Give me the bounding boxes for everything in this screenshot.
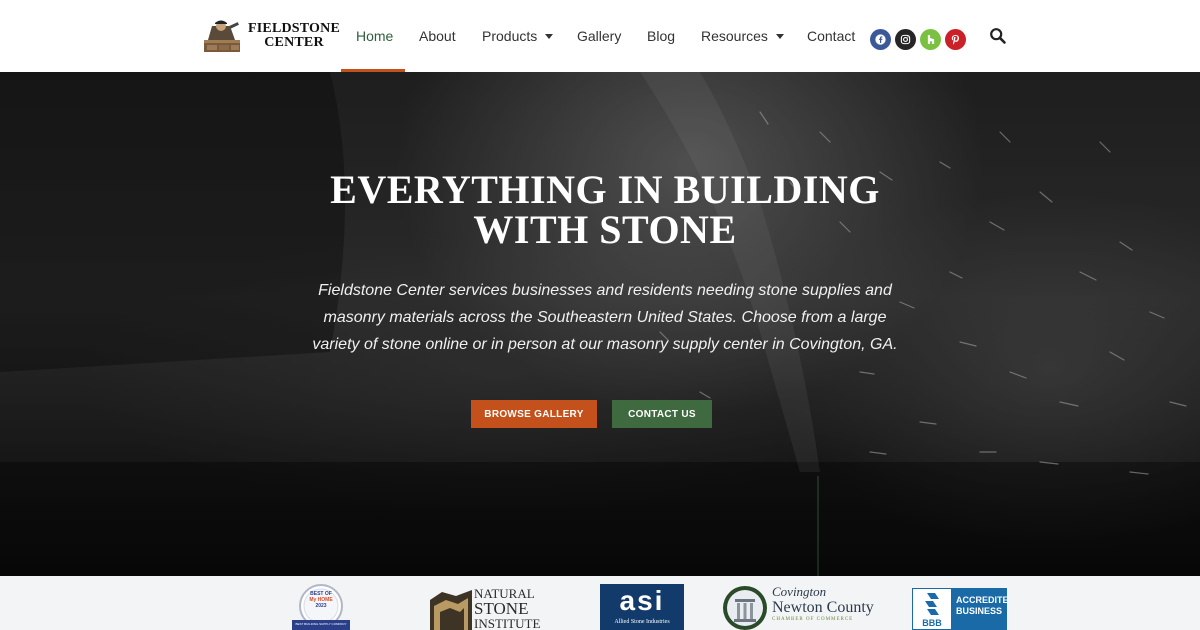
nav-home[interactable]: Home bbox=[356, 0, 393, 72]
nsi-line3: INSTITUTE bbox=[474, 616, 541, 630]
nav-resources-label: Resources bbox=[701, 28, 768, 44]
brand-name: FIELDSTONE CENTER bbox=[248, 22, 340, 50]
bbb-accredited-logo[interactable]: BBB ACCREDITED BUSINESS bbox=[912, 584, 1007, 630]
site-header: FIELDSTONE CENTER Home About Products Ga… bbox=[0, 0, 1200, 72]
nav-products[interactable]: Products bbox=[482, 0, 554, 72]
hero-section: EVERYTHING IN BUILDING WITH STONE Fields… bbox=[0, 72, 1200, 576]
best-of-year: 2023 bbox=[315, 603, 327, 609]
contact-us-button[interactable]: CONTACT US bbox=[612, 400, 712, 428]
chevron-down-icon bbox=[775, 33, 784, 39]
nav-home-label: Home bbox=[356, 28, 394, 44]
best-of-my-home-badge[interactable]: BEST OF My HOME 2023 BEST BUILDING SUPPL… bbox=[291, 584, 351, 630]
newton-script: Covington bbox=[772, 584, 827, 599]
chevron-down-icon bbox=[545, 33, 554, 39]
natural-stone-institute-logo[interactable]: NATURAL STONE INSTITUTE bbox=[428, 584, 540, 630]
best-of-caption: BEST BUILDING SUPPLY COMPANY bbox=[295, 622, 347, 626]
facebook-icon[interactable] bbox=[870, 29, 891, 50]
allied-stone-industries-logo[interactable]: asi Allied Stone Industries bbox=[600, 584, 684, 630]
bbb-torch-icon: BBB bbox=[912, 588, 952, 630]
asi-caption: Allied Stone Industries bbox=[614, 619, 670, 625]
mason-logo-icon bbox=[202, 18, 242, 54]
asi-mark: asi bbox=[619, 585, 665, 616]
site-logo[interactable]: FIELDSTONE CENTER bbox=[202, 16, 340, 56]
nav-about-label: About bbox=[419, 28, 456, 44]
nsi-line2: STONE bbox=[474, 599, 529, 618]
nav-gallery-label: Gallery bbox=[577, 28, 622, 44]
bbb-line2: BUSINESS bbox=[956, 606, 1003, 616]
hero-subtitle-line1: Fieldstone Center services businesses an… bbox=[318, 282, 892, 299]
brand-name-line1: FIELDSTONE bbox=[248, 21, 340, 36]
nav-resources[interactable]: Resources bbox=[701, 0, 784, 72]
hero-title: EVERYTHING IN BUILDING WITH STONE bbox=[200, 170, 1010, 250]
hero-title-line2: WITH STONE bbox=[473, 207, 737, 252]
newton-county-chamber-logo[interactable]: Covington Newton County CHAMBER OF COMME… bbox=[722, 584, 886, 630]
browse-gallery-button[interactable]: BROWSE GALLERY bbox=[471, 400, 597, 428]
nav-blog[interactable]: Blog bbox=[647, 0, 675, 72]
hero-subtitle: Fieldstone Center services businesses an… bbox=[290, 277, 920, 358]
nav-about[interactable]: About bbox=[419, 0, 456, 72]
brand-name-line2: CENTER bbox=[264, 35, 324, 50]
hero-subtitle-line3: variety of stone online or in person at … bbox=[312, 336, 898, 353]
nav-gallery[interactable]: Gallery bbox=[577, 0, 621, 72]
instagram-icon[interactable] bbox=[895, 29, 916, 50]
nav-contact[interactable]: Contact bbox=[807, 0, 855, 72]
nav-blog-label: Blog bbox=[647, 28, 676, 44]
newton-line: Newton County bbox=[772, 599, 874, 616]
bbb-mark: BBB bbox=[922, 618, 942, 628]
pinterest-icon[interactable] bbox=[945, 29, 966, 50]
newton-caption: CHAMBER OF COMMERCE bbox=[772, 617, 854, 622]
hero-title-line1: EVERYTHING IN BUILDING bbox=[330, 167, 880, 212]
houzz-icon[interactable] bbox=[920, 29, 941, 50]
search-icon[interactable] bbox=[989, 27, 1007, 45]
bbb-line1: ACCREDITED bbox=[956, 595, 1007, 605]
partner-logos: BEST OF My HOME 2023 BEST BUILDING SUPPL… bbox=[0, 576, 1200, 630]
nav-contact-label: Contact bbox=[807, 28, 856, 44]
nav-products-label: Products bbox=[482, 28, 538, 44]
hero-subtitle-line2: masonry materials across the Southeaster… bbox=[323, 309, 887, 326]
